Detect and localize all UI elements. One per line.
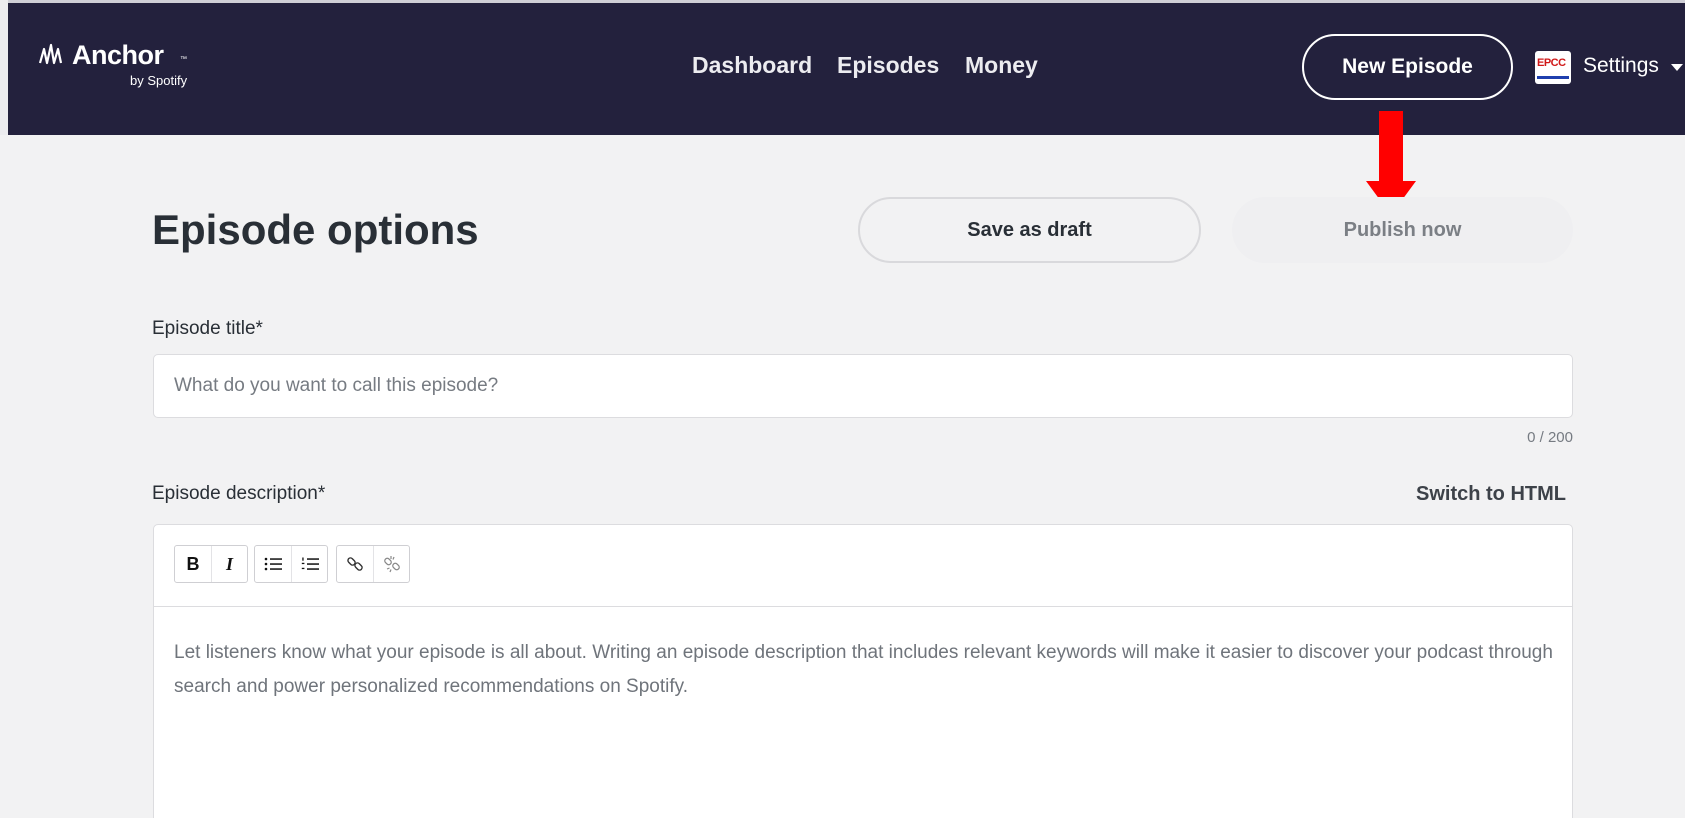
link-icon: [347, 557, 363, 571]
logo-trademark: ™: [180, 56, 187, 63]
avatar-stripe: [1537, 76, 1569, 79]
title-character-counter: 0 / 200: [1527, 429, 1573, 446]
bulleted-list-icon: [264, 557, 282, 571]
avatar-text: EPCC: [1537, 57, 1566, 69]
text-style-group: B I: [174, 545, 248, 583]
list-group: [254, 545, 328, 583]
episode-description-label: Episode description*: [152, 483, 326, 504]
window-edge: [0, 0, 1685, 3]
editor-toolbar: B I: [154, 525, 1572, 607]
chevron-down-icon: [1671, 64, 1683, 71]
unlink-icon: [383, 556, 400, 573]
top-navigation-bar: Anchor ™ by Spotify Dashboard Episodes M…: [0, 0, 1685, 135]
page-title: Episode options: [152, 206, 479, 253]
remove-link-button[interactable]: [373, 546, 409, 582]
nav-episodes[interactable]: Episodes: [837, 52, 939, 79]
publish-now-button[interactable]: Publish now: [1232, 197, 1573, 263]
episode-title-label: Episode title*: [152, 318, 263, 339]
insert-link-button[interactable]: [337, 546, 373, 582]
italic-button[interactable]: I: [211, 546, 247, 582]
podcast-avatar[interactable]: EPCC: [1535, 51, 1571, 84]
episode-title-input[interactable]: [153, 354, 1573, 418]
episode-description-editor[interactable]: B I Let listeners know what your episode…: [153, 524, 1573, 818]
window-left-edge: [0, 0, 8, 135]
new-episode-button[interactable]: New Episode: [1302, 34, 1513, 100]
numbered-list-icon: [301, 557, 319, 570]
bold-button[interactable]: B: [175, 546, 211, 582]
settings-label: Settings: [1583, 54, 1659, 77]
logo-subtitle: by Spotify: [130, 73, 188, 88]
settings-menu[interactable]: Settings: [1583, 54, 1683, 78]
nav-dashboard[interactable]: Dashboard: [692, 52, 812, 79]
anchor-wave-icon: [38, 43, 63, 65]
bulleted-list-button[interactable]: [255, 546, 291, 582]
switch-to-html-link[interactable]: Switch to HTML: [1400, 483, 1566, 506]
save-as-draft-button[interactable]: Save as draft: [858, 197, 1201, 263]
description-placeholder: Let listeners know what your episode is …: [174, 642, 1553, 697]
nav-money[interactable]: Money: [965, 52, 1038, 79]
numbered-list-button[interactable]: [291, 546, 327, 582]
link-group: [336, 545, 410, 583]
logo-name: Anchor: [72, 40, 164, 70]
